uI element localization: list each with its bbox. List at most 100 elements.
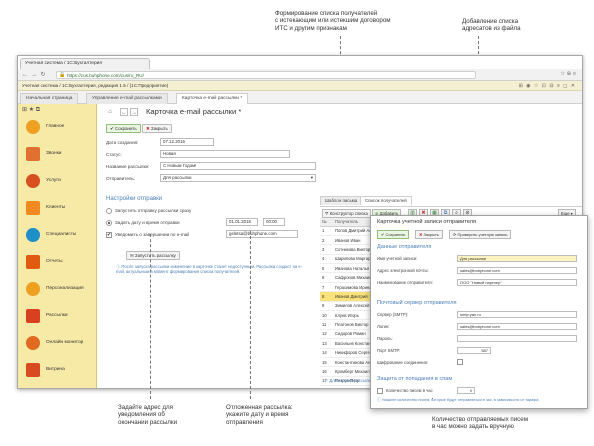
dialog-close-button[interactable]: ✖ Закрыть — [415, 230, 443, 239]
schedule-date-field[interactable]: 01.01.2016 — [226, 218, 258, 226]
status-field[interactable]: Новая — [160, 150, 290, 158]
check-account-button[interactable]: ⟳ Проверить учетную запись — [449, 230, 512, 239]
limit-checkbox[interactable] — [377, 388, 383, 394]
column-header[interactable]: № — [320, 218, 334, 227]
sidebar-item[interactable]: Главное — [18, 118, 97, 136]
sender-name-label: Наименование отправителя: — [377, 280, 433, 285]
spam-section: Защита от попадания в спам — [377, 376, 453, 382]
address-bar: ← → ↻ https://cus.buhphone.com/cus/ru_RU… — [18, 69, 582, 81]
callout-pointer — [250, 231, 251, 399]
sidebar-item[interactable]: Витрина — [18, 361, 97, 379]
table-cell: 3 — [320, 244, 334, 255]
sidebar-item-label: Клиенты — [46, 205, 66, 210]
tab-recipients[interactable]: Список получателей — [360, 196, 412, 205]
lock-icon: 🔒 — [59, 72, 66, 78]
home-icon[interactable]: ⌂ — [106, 108, 114, 116]
sidebar-item-label: Онлайн монитор — [46, 340, 84, 345]
limit-note: ⓘ Укажите количество писем, которые буду… — [377, 398, 539, 402]
send-settings-title: Настройки отправки — [106, 196, 163, 202]
section-icon — [26, 228, 40, 242]
dialog-title: Карточка учетной записи отправителя — [377, 219, 476, 225]
nav-back-icon[interactable]: ← — [120, 108, 128, 116]
tab-email-card[interactable]: Карточка e-mail рассылки * — [176, 93, 249, 104]
table-cell: 16 — [320, 366, 334, 377]
login-label: Логин: — [377, 324, 390, 329]
sidebar-item[interactable]: Персонализация — [18, 280, 97, 298]
browser-tab[interactable]: Учетная система / 1С:Бухгалтерия — [20, 58, 150, 69]
sidebar: ⊞ ★ ⧉ Главное Звонки Услуги Клиенты Специали… — [18, 104, 97, 388]
section-icon — [26, 363, 40, 377]
port-label: Порт SMTP: — [377, 348, 401, 353]
send-now-radio[interactable] — [106, 208, 112, 214]
sender-email-field[interactable]: sales@buhphone.com — [457, 267, 577, 274]
callout-limit: Количество отправляемых писем в час можн… — [432, 416, 528, 431]
url-input[interactable]: https://cus.buhphone.com/cus/ru_RU/ — [56, 71, 476, 79]
account-name-field[interactable]: Для рассылки — [457, 255, 577, 262]
callout-schedule: Отложенная рассылка: укажите дату и врем… — [226, 404, 293, 426]
tab-template[interactable]: Шаблон письма — [320, 196, 363, 205]
smtp-field[interactable]: smtp.yan.ru — [457, 311, 577, 318]
section-icon — [26, 174, 40, 188]
table-cell: 1 — [320, 226, 334, 236]
forward-icon[interactable]: → — [30, 71, 38, 79]
sender-name-field[interactable]: ООО "Новый партнер" — [457, 279, 577, 286]
sender-data-section: Данные отправителя — [377, 244, 432, 250]
sidebar-item-label: Звонки — [46, 151, 62, 156]
mailing-name-field[interactable]: С Новым Годом! — [160, 162, 316, 170]
smtp-label: Сервер (SMTP): — [377, 312, 409, 317]
sidebar-item[interactable]: Онлайн монитор — [18, 334, 97, 352]
section-tabs: Начальная страница Управление e-mail рас… — [18, 91, 582, 104]
app-title: Учетная система / 1С:Бухгалтерия, редакц… — [22, 83, 169, 88]
table-cell: 13 — [320, 338, 334, 349]
password-field[interactable] — [457, 335, 577, 342]
schedule-time-field[interactable]: 00:00 — [263, 218, 285, 226]
browser-menu-icons[interactable]: ☆ ⊕ ≡ — [560, 71, 576, 77]
dialog-save-button[interactable]: ✔ Сохранить — [377, 230, 410, 239]
reload-icon[interactable]: ↻ — [39, 71, 47, 79]
run-mailing-button[interactable]: ✉ Запустить рассылку — [126, 251, 180, 260]
nav-forward-icon[interactable]: → — [130, 108, 138, 116]
ssl-checkbox[interactable] — [457, 359, 463, 365]
table-cell: 9 — [320, 301, 334, 312]
smtp-section: Почтовый сервер отправителя — [377, 300, 457, 306]
save-button[interactable]: ✔ Сохранить — [106, 124, 141, 133]
created-date-field[interactable]: 07.12.2016 — [160, 138, 214, 146]
sender-select[interactable]: Для рассылки ▾ — [160, 174, 316, 182]
sidebar-item[interactable]: Специалисты — [18, 226, 97, 244]
port-field[interactable]: 587 — [457, 347, 491, 354]
sidebar-item[interactable]: Услуги — [18, 172, 97, 190]
table-cell: 7 — [320, 282, 334, 293]
list-constructor-button[interactable]: ⛛ Конструктор списка — [322, 209, 371, 218]
account-name-label: Имя учетной записи: — [377, 256, 418, 261]
callout-notify: Задайте адрес для уведомления об окончан… — [118, 404, 178, 426]
sidebar-item[interactable]: Рассылки — [18, 307, 97, 325]
status-label: Статус: — [106, 152, 122, 157]
sender-label: Отправитель: — [106, 176, 136, 181]
tab-home[interactable]: Начальная страница — [20, 93, 79, 104]
section-icon — [26, 309, 40, 323]
close-button[interactable]: ✖ Закрыть — [142, 124, 172, 133]
section-icon — [26, 147, 40, 161]
sidebar-item-label: Услуги — [46, 178, 61, 183]
schedule-radio[interactable] — [106, 220, 112, 226]
sidebar-item[interactable]: Отчеты — [18, 253, 97, 271]
table-cell: 12 — [320, 329, 334, 340]
login-field[interactable]: sales@buhphone.com — [457, 323, 577, 330]
filter-icon: ⛛ — [325, 211, 329, 216]
notify-checkbox[interactable]: ✔ — [106, 232, 112, 238]
tab-email-management[interactable]: Управление e-mail рассылками — [86, 93, 168, 104]
section-icon — [26, 336, 40, 350]
table-cell: 11 — [320, 319, 334, 330]
callout-recipient-list: Формирование списка получателей с истека… — [275, 10, 391, 32]
sidebar-item[interactable]: Клиенты — [18, 199, 97, 217]
limit-field[interactable]: 0 — [457, 387, 475, 394]
mailing-name-label: Название рассылки: — [106, 164, 150, 169]
sidebar-item[interactable]: Звонки — [18, 145, 97, 163]
back-icon[interactable]: ← — [21, 71, 29, 79]
check-icon: ⟳ — [453, 232, 457, 237]
run-note: ⓘ После запуска рассылки изменение в кар… — [116, 264, 303, 275]
sidebar-top-icons[interactable]: ⊞ ★ ⧉ — [18, 104, 96, 116]
app-header-icons[interactable]: ⊞ ◉ ☆ ⊡ ⊟ ≡ ◻ ✕ — [519, 83, 576, 89]
created-label: Дата создания: — [106, 140, 139, 145]
notify-email-field[interactable]: geletsa@buhphone.com — [226, 230, 298, 238]
